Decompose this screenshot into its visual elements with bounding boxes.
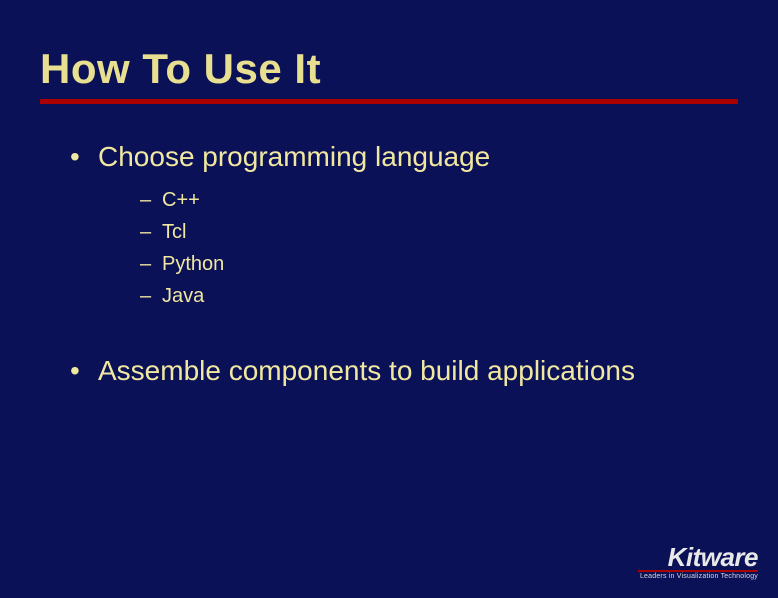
sub-bullet-item: Python xyxy=(140,250,738,278)
bullet-text: Choose programming language xyxy=(98,141,490,172)
sub-bullet-list: C++ Tcl Python Java xyxy=(98,186,738,310)
spacer xyxy=(40,320,738,352)
logo-name: Kitware xyxy=(638,546,758,569)
slide-container: How To Use It Choose programming languag… xyxy=(0,0,778,390)
bullet-list: Assemble components to build application… xyxy=(40,352,738,390)
slide-title: How To Use It xyxy=(40,45,738,93)
logo-tagline: Leaders in Visualization Technology xyxy=(638,573,758,580)
bullet-item: Choose programming language C++ Tcl Pyth… xyxy=(70,138,738,310)
title-underline xyxy=(40,99,738,104)
bullet-item: Assemble components to build application… xyxy=(70,352,738,390)
bullet-text: Assemble components to build application… xyxy=(98,355,635,386)
logo-container: Kitware Leaders in Visualization Technol… xyxy=(638,546,758,580)
sub-bullet-item: Java xyxy=(140,282,738,310)
bullet-list: Choose programming language C++ Tcl Pyth… xyxy=(40,138,738,310)
sub-bullet-item: C++ xyxy=(140,186,738,214)
sub-bullet-item: Tcl xyxy=(140,218,738,246)
